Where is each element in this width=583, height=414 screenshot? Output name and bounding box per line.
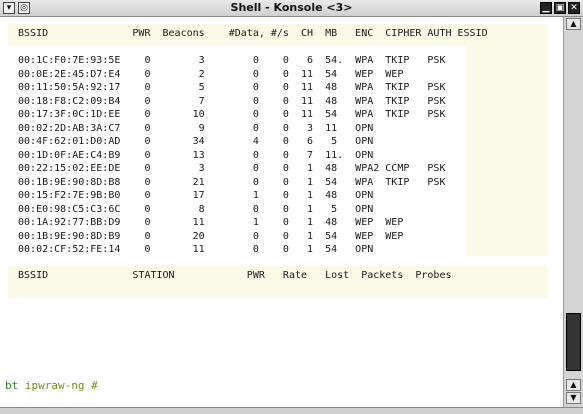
ap-table-row: 00:1B:9E:90:8D:B8 0 21 0 0 1 54 WPA TKIP…	[12, 176, 446, 188]
ap-table-row: 00:11:50:5A:92:17 0 5 0 0 11 48 WPA TKIP…	[12, 82, 446, 93]
ap-table-row: 00:02:2D:AB:3A:C7 0 9 0 0 3 11 OPN	[12, 122, 374, 134]
ap-table-row: 00:17:3F:0C:1D:EE 0 10 0 0 11 54 WPA TKI…	[12, 109, 446, 120]
title-bar: ▾ ◎ Shell - Konsole <3> ▁ ▣ ✕	[0, 0, 583, 17]
station-table-header: BSSID STATION PWR Rate Lost Packets Prob…	[12, 270, 452, 281]
ap-table-row: 00:E0:98:C5:C3:6C 0 8 0 0 1 5 OPN	[12, 203, 374, 215]
close-icon[interactable]: ✕	[568, 2, 580, 14]
scrollbar[interactable]: ▲ ▲ ▼	[563, 17, 583, 407]
shell-prompt[interactable]: bt ipwraw-ng #	[5, 379, 98, 392]
prompt-path: ipwraw-ng #	[24, 379, 98, 392]
ap-table-row: 00:1A:92:77:BB:D9 0 11 1 0 1 48 WEP WEP	[12, 217, 404, 228]
maximize-icon[interactable]: ▣	[554, 2, 566, 14]
ap-table-row: 00:1C:F0:7E:93:5E 0 3 0 0 6 54. WPA TKIP…	[12, 55, 446, 66]
scroll-up-arrow-icon[interactable]: ▲	[566, 18, 581, 30]
ap-table-row: 00:18:F8:C2:09:B4 0 7 0 0 11 48 WPA TKIP…	[12, 95, 446, 107]
ap-table-row: 00:1D:0F:AE:C4:B9 0 13 0 0 7 11. OPN	[12, 149, 374, 161]
window-title: Shell - Konsole <3>	[230, 1, 353, 14]
ap-table-row: 00:0E:2E:45:D7:E4 0 2 0 0 11 54 WEP WEP	[12, 68, 404, 80]
ap-table-highlight	[466, 24, 548, 256]
minimize-icon[interactable]: ▁	[540, 2, 552, 14]
scroll-up-arrow-icon[interactable]: ▲	[566, 379, 581, 391]
scroll-down-arrow-icon[interactable]: ▼	[566, 392, 581, 404]
prompt-host: bt	[5, 379, 19, 392]
ap-table-header: BSSID PWR Beacons #Data, #/s CH MB ENC C…	[12, 28, 488, 39]
ap-table-row: 00:15:F2:7E:9B:B0 0 17 1 0 1 48 OPN	[12, 190, 374, 201]
ap-table-row: 00:22:15:02:EE:DE 0 3 0 0 1 48 WPA2 CCMP…	[12, 163, 446, 174]
scrollbar-thumb[interactable]	[566, 313, 581, 371]
ap-table-row: 00:4F:62:01:D0:AD 0 34 4 0 6 5 OPN	[12, 136, 374, 147]
window-bottom-frame	[0, 407, 583, 414]
terminal-output[interactable]: BSSID PWR Beacons #Data, #/s CH MB ENC C…	[0, 17, 563, 407]
ap-table-row: 00:1B:9E:90:8D:B9 0 20 0 0 1 54 WEP WEP	[12, 230, 404, 242]
ap-table-row: 00:02:CF:52:FE:14 0 11 0 0 1 54 OPN	[12, 244, 374, 255]
